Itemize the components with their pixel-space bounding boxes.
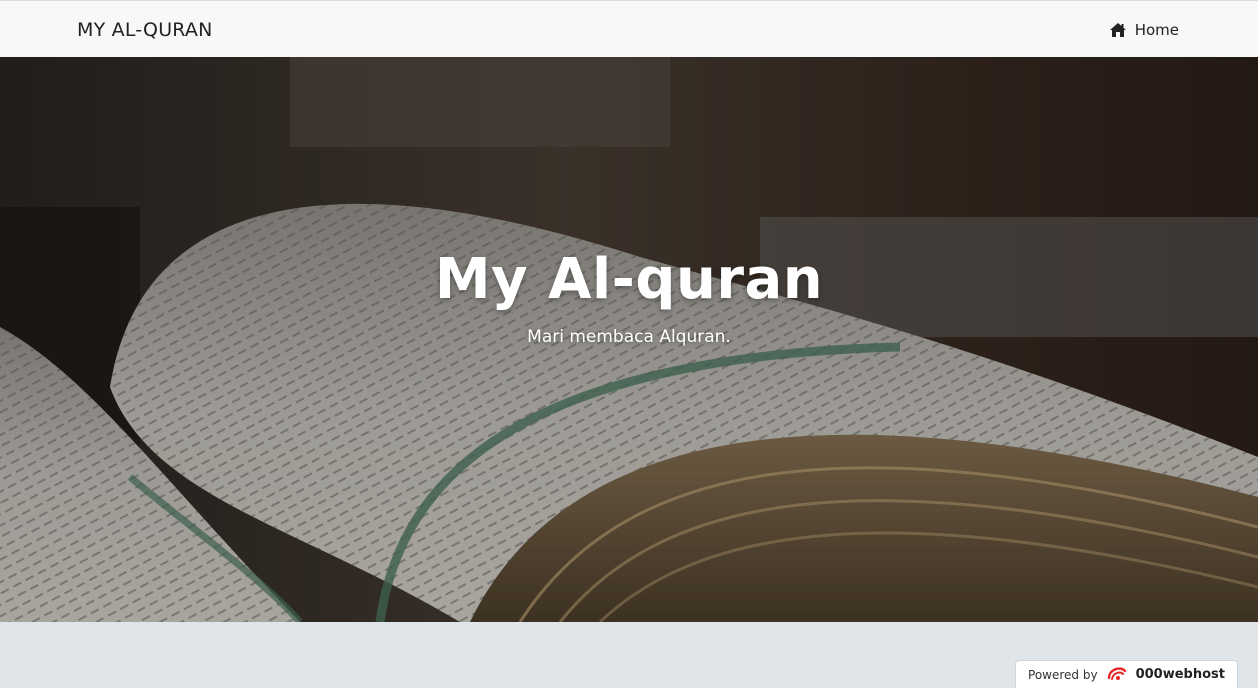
powered-by-label: Powered by [1028,667,1098,682]
webhost-logo-icon [1106,664,1128,685]
nav-home-label: Home [1134,21,1179,39]
hero-banner: My Al-quran Mari membaca Alquran. [0,57,1258,622]
site-brand-link[interactable]: MY AL-QURAN [77,19,213,41]
webhost-name: 000webhost [1135,667,1225,682]
footer-area: Powered by 000webhost [0,622,1258,688]
hero-title: My Al-quran [434,247,824,312]
home-icon [1109,22,1127,38]
hero-subtitle: Mari membaca Alquran. [527,327,731,347]
nav-home-link[interactable]: Home [1109,21,1179,39]
powered-by-badge[interactable]: Powered by 000webhost [1015,660,1238,688]
top-navbar: MY AL-QURAN Home [0,0,1258,57]
